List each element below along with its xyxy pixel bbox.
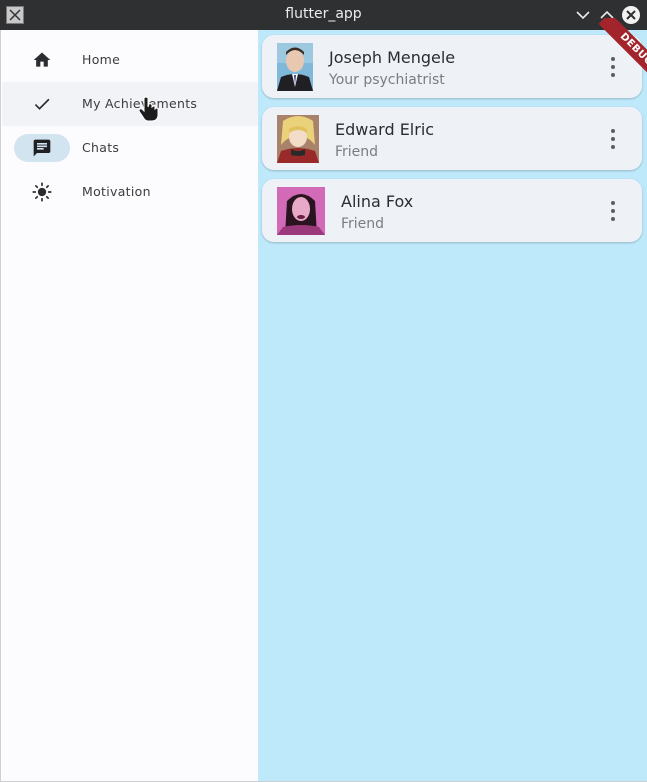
contact-role: Your psychiatrist xyxy=(329,72,445,88)
rail-item-chats[interactable]: Chats xyxy=(2,126,258,170)
chat-icon xyxy=(33,139,51,157)
rail-item-label: Chats xyxy=(82,140,120,155)
app-frame: Home My Achievements Chats Motivation Jo… xyxy=(0,30,647,782)
contact-name: Alina Fox xyxy=(341,192,414,211)
window-titlebar[interactable]: flutter_app xyxy=(0,0,647,30)
more-vert-icon[interactable] xyxy=(607,199,619,223)
home-icon xyxy=(33,52,51,67)
avatar xyxy=(277,115,319,163)
avatar xyxy=(277,43,313,91)
rail-item-label: Motivation xyxy=(82,184,151,199)
avatar xyxy=(277,187,325,235)
rail-icon-container-selected xyxy=(14,134,70,162)
rail-icon-container xyxy=(14,90,70,118)
sun-icon xyxy=(32,182,52,202)
contact-card-edward-elric[interactable]: Edward Elric Friend xyxy=(262,107,642,170)
window-title: flutter_app xyxy=(285,6,362,22)
rail-item-home[interactable]: Home xyxy=(2,38,258,82)
more-vert-icon[interactable] xyxy=(607,127,619,151)
rail-item-motivation[interactable]: Motivation xyxy=(2,170,258,214)
contact-name: Edward Elric xyxy=(335,120,435,139)
rail-icon-container xyxy=(14,46,70,74)
rail-item-my-achievements[interactable]: My Achievements xyxy=(2,82,258,126)
contact-role: Friend xyxy=(341,216,385,232)
navigation-rail: Home My Achievements Chats Motivation xyxy=(2,30,258,781)
contact-card-alina-fox[interactable]: Alina Fox Friend xyxy=(262,179,642,242)
rail-item-label: Home xyxy=(82,52,121,67)
debug-banner: DEBUG xyxy=(579,18,647,98)
contact-name: Joseph Mengele xyxy=(329,48,456,67)
rail-icon-container xyxy=(14,178,70,206)
check-icon xyxy=(34,98,50,110)
hand-cursor-icon xyxy=(138,96,160,126)
debug-ribbon-label: DEBUG xyxy=(598,18,647,88)
chats-list[interactable]: Joseph Mengele Your psychiatrist Edward … xyxy=(258,30,647,781)
contact-role: Friend xyxy=(335,144,379,160)
